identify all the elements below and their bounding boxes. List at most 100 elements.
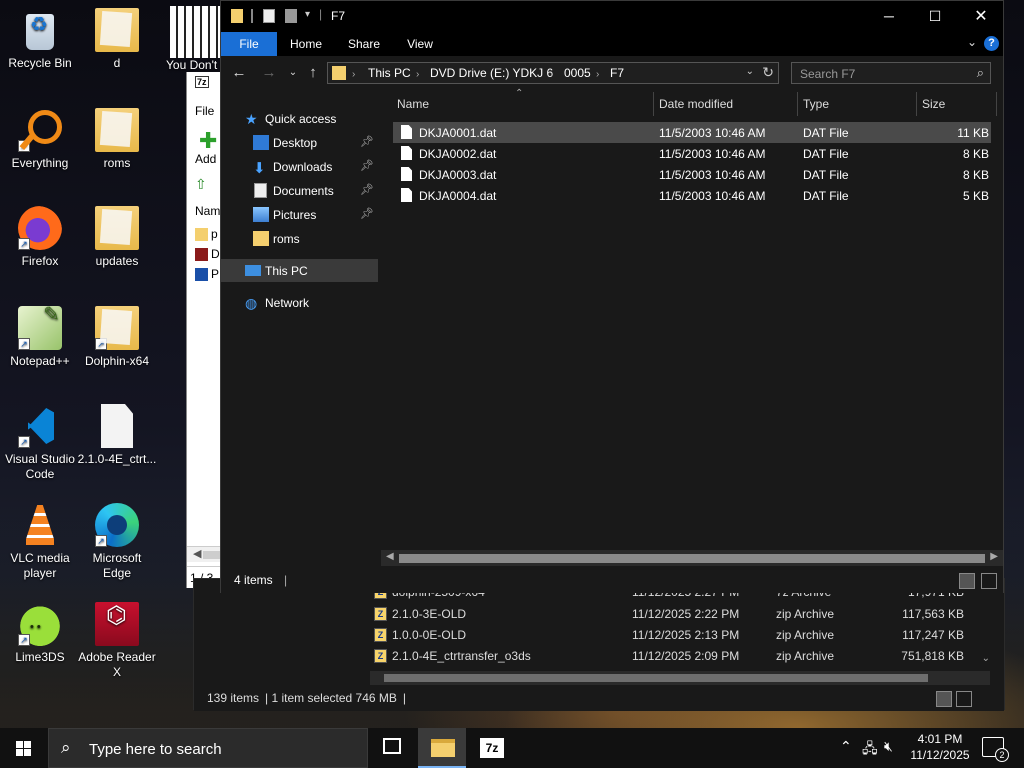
maximize-button[interactable]: ☐ [912, 1, 958, 32]
network-icon[interactable]: 🖧︎ [862, 738, 878, 762]
column-size[interactable]: Size [922, 97, 945, 111]
column-type[interactable]: Type [803, 97, 829, 111]
back-button[interactable]: ← [229, 63, 249, 83]
table-row[interactable]: DKJA0001.dat 11/5/2003 10:46 AM DAT File… [393, 122, 991, 143]
details-view-button[interactable] [936, 691, 952, 707]
nav-quick-access[interactable]: ★ Quick access [221, 107, 378, 130]
task-view-button[interactable] [368, 728, 416, 768]
column-divider[interactable] [916, 92, 917, 116]
ribbon-tabs: File Home Share View ⌄ ? [221, 32, 1003, 56]
nav-roms[interactable]: roms [221, 227, 378, 250]
desktop-icon-adobe-reader[interactable]: Adobe Reader X [77, 602, 157, 680]
properties-icon[interactable] [263, 9, 275, 23]
tab-home[interactable]: Home [281, 32, 331, 56]
table-row[interactable]: Z 1.0.0-0E-OLD 11/12/2025 2:13 PM zip Ar… [374, 624, 994, 645]
file-explorer-taskbar-button[interactable] [418, 728, 466, 768]
title-bar[interactable]: ▾ | F7 ─ ☐ ✕ [221, 1, 1003, 32]
table-row[interactable]: DKJA0003.dat 11/5/2003 10:46 AM DAT File… [393, 164, 991, 185]
desktop-icon-roms[interactable]: roms [77, 108, 157, 171]
recent-locations-icon[interactable]: ⌄ [283, 63, 303, 83]
nav-this-pc[interactable]: This PC [221, 259, 378, 282]
desktop-icon-dolphin[interactable]: ↗ Dolphin-x64 [77, 306, 157, 369]
desktop-icon-vlc[interactable]: VLC media player [0, 503, 80, 581]
show-hidden-icons-chevron[interactable]: ⌃ [840, 738, 852, 755]
desktop-icon-updates[interactable]: updates [77, 206, 157, 269]
breadcrumb-dvd-drive[interactable]: DVD Drive (E:) YDKJ 6 [430, 66, 553, 80]
nav-pictures[interactable]: Pictures 📌︎ [221, 203, 378, 226]
nav-label: Pictures [273, 208, 317, 222]
desktop-icon-recycle-bin[interactable]: Recycle Bin [0, 8, 80, 71]
nav-documents[interactable]: Documents 📌︎ [221, 179, 378, 202]
close-button[interactable]: ✕ [958, 1, 1004, 32]
large-icons-view-button[interactable] [981, 573, 997, 589]
column-divider[interactable] [797, 92, 798, 116]
horizontal-scrollbar[interactable]: ◀ ▶ [381, 550, 1003, 566]
file-explorer-window[interactable]: ▾ | F7 ─ ☐ ✕ File Home Share View ⌄ ? ← … [220, 0, 1004, 593]
table-row[interactable]: DKJA0004.dat 11/5/2003 10:46 AM DAT File… [393, 185, 991, 206]
desktop-icon-notepad-plus-plus[interactable]: ↗ Notepad++ [0, 306, 80, 369]
taskbar-search-box[interactable]: ⌕ Type here to search [48, 728, 368, 768]
seven-zip-menu-file[interactable]: File [195, 104, 214, 118]
up-folder-icon[interactable]: ⇧ [195, 176, 207, 193]
background-hscrollbar[interactable] [370, 671, 990, 685]
search-input[interactable]: Search F7 [800, 67, 855, 81]
seven-zip-row[interactable]: P [211, 267, 219, 281]
column-date-modified[interactable]: Date modified [659, 97, 733, 111]
seven-zip-taskbar-button[interactable]: 7z [468, 728, 516, 768]
help-icon[interactable]: ? [984, 36, 999, 51]
large-icons-view-button[interactable] [956, 691, 972, 707]
start-button[interactable] [0, 728, 48, 768]
up-button[interactable]: ↑ [303, 63, 323, 83]
volume-muted-icon[interactable]: 🔇︎ [884, 738, 893, 755]
background-explorer-window[interactable]: Z dolphin-2509-x64 11/12/2025 2:27 PM 7z… [193, 578, 1005, 711]
table-row[interactable]: DKJA0002.dat 11/5/2003 10:46 AM DAT File… [393, 143, 991, 164]
customize-toolbar-icon[interactable]: ▾ [305, 9, 310, 20]
breadcrumb-f7[interactable]: F7 [610, 66, 624, 80]
address-dropdown-icon[interactable]: ⌄ [746, 66, 754, 77]
address-bar[interactable]: › This PC › DVD Drive (E:) YDKJ 6 › 0005… [327, 62, 779, 84]
seven-zip-row[interactable]: D [211, 247, 220, 261]
breadcrumb-0005[interactable]: 0005 [564, 66, 591, 80]
column-divider[interactable] [996, 92, 997, 116]
scrollbar-thumb[interactable] [399, 554, 985, 563]
breadcrumb-this-pc[interactable]: This PC [368, 66, 411, 80]
desktop-icon-label: updates [95, 254, 139, 268]
scroll-left-arrow-icon[interactable]: ◀ [193, 547, 201, 560]
seven-zip-add-button[interactable]: Add [195, 152, 216, 166]
nav-network[interactable]: ◍ Network [221, 291, 378, 314]
desktop-icon-everything[interactable]: ↗ Everything [0, 108, 80, 171]
desktop-icon-lime3ds[interactable]: ↗ Lime3DS [0, 602, 80, 665]
desktop-icon-edge[interactable]: ↗ Microsoft Edge [77, 503, 157, 581]
nav-desktop[interactable]: Desktop 📌︎ [221, 131, 378, 154]
refresh-icon[interactable]: ↻ [762, 64, 774, 81]
forward-button[interactable]: → [259, 63, 279, 83]
desktop-icon-ctrtransfer-file[interactable]: 2.1.0-4E_ctrt... [77, 404, 157, 467]
scroll-right-arrow-icon[interactable]: ▶ [990, 551, 998, 562]
minimize-button[interactable]: ─ [866, 1, 912, 32]
column-divider[interactable] [653, 92, 654, 116]
tab-file[interactable]: File [221, 32, 277, 56]
desktop-icon-thumbnail[interactable] [170, 6, 222, 58]
desktop-icon-vscode[interactable]: ↗ Visual Studio Code [0, 404, 80, 482]
tab-share[interactable]: Share [339, 32, 389, 56]
file-date: 11/5/2003 10:46 AM [659, 126, 766, 140]
nav-downloads[interactable]: ⬇ Downloads 📌︎ [221, 155, 378, 178]
column-name[interactable]: Name [397, 97, 429, 111]
seven-zip-row[interactable]: p [211, 227, 218, 241]
new-folder-icon[interactable] [285, 9, 297, 23]
table-row[interactable]: Z 2.1.0-3E-OLD 11/12/2025 2:22 PM zip Ar… [374, 603, 994, 624]
desktop-icon-d[interactable]: d [77, 8, 157, 71]
notification-center-button[interactable]: 2 [982, 737, 1009, 762]
taskbar-search-input[interactable]: Type here to search [89, 741, 222, 758]
file-list-pane[interactable]: ⌃ Name Date modified Type Size DKJA0001.… [381, 88, 1003, 566]
expand-ribbon-icon[interactable]: ⌄ [967, 35, 977, 49]
desktop-icon-firefox[interactable]: ↗ Firefox [0, 206, 80, 269]
tab-view[interactable]: View [395, 32, 445, 56]
search-box[interactable]: Search F7 ⌕ [791, 62, 991, 84]
details-view-button[interactable] [959, 573, 975, 589]
clock[interactable]: 4:01 PM 11/12/2025 [904, 731, 976, 763]
shortcut-arrow-icon: ↗ [95, 338, 107, 350]
scroll-left-arrow-icon[interactable]: ◀ [386, 551, 394, 562]
scroll-down-arrow-icon[interactable]: ⌄ [982, 653, 990, 664]
table-row[interactable]: Z 2.1.0-4E_ctrtransfer_o3ds 11/12/2025 2… [374, 645, 994, 666]
